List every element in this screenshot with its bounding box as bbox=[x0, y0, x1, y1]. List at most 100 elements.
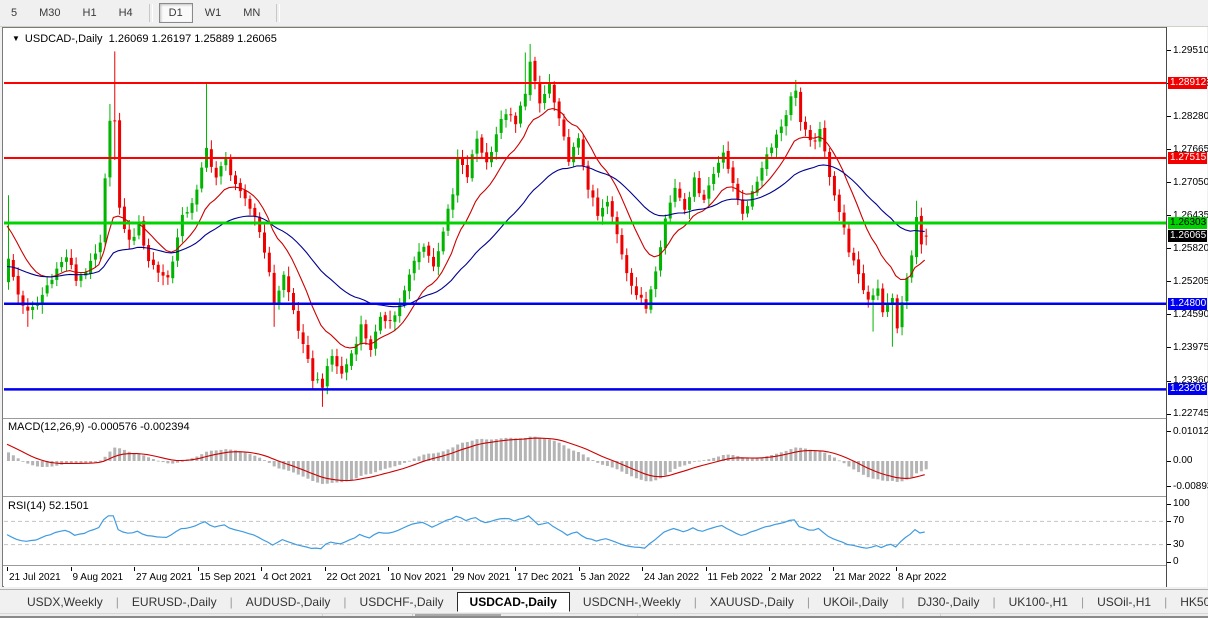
chart-title-ohlc: 1.26069 1.26197 1.25889 1.26065 bbox=[108, 33, 277, 45]
price-axis-tick bbox=[1167, 314, 1171, 316]
rsi-axis-tick bbox=[1167, 520, 1171, 522]
timeframe-toolbar: 5 M30 H1 H4 D1 W1 MN bbox=[0, 0, 1208, 27]
date-label: 27 Aug 2021 bbox=[136, 572, 193, 583]
rsi-axis-label: 100 bbox=[1173, 498, 1190, 509]
time-axis[interactable]: 21 Jul 2021 9 Aug 2021 27 Aug 2021 15 Sep 2… bbox=[4, 567, 1166, 587]
symbol-tab-usdx[interactable]: USDX,Weekly bbox=[14, 593, 116, 611]
symbol-dropdown-icon[interactable]: ▼ bbox=[12, 34, 20, 43]
macd-axis-label: 0.00 bbox=[1173, 455, 1193, 466]
price-axis-label: 1.25820 bbox=[1173, 242, 1208, 254]
trading-terminal-window: 5 M30 H1 H4 D1 W1 MN ▼ USDCAD-,Daily 1.26069 1.… bbox=[0, 0, 1208, 618]
rsi-axis-label: 30 bbox=[1173, 538, 1185, 550]
price-axis-label: 1.27050 bbox=[1173, 176, 1208, 188]
symbol-tab-dj30[interactable]: DJ30-,Daily bbox=[904, 593, 992, 611]
price-axis-tick bbox=[1167, 380, 1171, 382]
rsi-label: RSI(14) 52.1501 bbox=[8, 500, 89, 512]
timeframe-button-5[interactable]: 5 bbox=[1, 3, 27, 23]
date-label: 22 Oct 2021 bbox=[326, 572, 381, 583]
date-label: 2 Mar 2022 bbox=[771, 572, 822, 583]
date-tick bbox=[70, 567, 72, 571]
price-axis-tick bbox=[1167, 116, 1171, 118]
toolbar-separator bbox=[148, 4, 153, 22]
date-tick bbox=[515, 567, 516, 571]
date-tick bbox=[642, 567, 643, 571]
price-level-badge: 1.24800 bbox=[1168, 297, 1207, 310]
toolbar-separator bbox=[276, 4, 281, 22]
date-tick bbox=[832, 567, 834, 571]
rsi-axis-label: 0 bbox=[1173, 556, 1179, 567]
price-axis-tick bbox=[1167, 413, 1171, 415]
date-label: 21 Jul 2021 bbox=[9, 572, 61, 583]
panel-divider[interactable] bbox=[3, 496, 1205, 499]
timeframe-button-w1[interactable]: W1 bbox=[195, 3, 232, 23]
price-axis-tick bbox=[1167, 182, 1171, 184]
symbol-tab-hk50[interactable]: HK50-,H1 bbox=[1167, 593, 1208, 611]
macd-axis-label: -0.00893 bbox=[1173, 480, 1208, 492]
price-level-badge: 1.23203 bbox=[1168, 383, 1207, 396]
symbol-tab-ukoil[interactable]: UKOil-,Daily bbox=[810, 593, 901, 611]
macd-label: MACD(12,26,9) -0.000576 -0.002394 bbox=[8, 421, 190, 433]
date-tick bbox=[451, 567, 453, 571]
price-axis-label: 1.24590 bbox=[1173, 308, 1208, 320]
date-label: 21 Mar 2022 bbox=[834, 572, 891, 583]
symbol-tab-audusd[interactable]: AUDUSD-,Daily bbox=[233, 593, 344, 611]
price-axis-tick bbox=[1167, 149, 1171, 151]
macd-axis-tick bbox=[1167, 486, 1171, 488]
price-level-badge: 1.27515 bbox=[1168, 151, 1207, 164]
price-level-badge: 1.26303 bbox=[1168, 217, 1207, 230]
symbol-tab-usdchf[interactable]: USDCHF-,Daily bbox=[347, 593, 457, 611]
price-axis-label: 1.23975 bbox=[1173, 341, 1208, 353]
date-tick bbox=[134, 567, 135, 571]
date-label: 17 Dec 2021 bbox=[517, 572, 574, 583]
date-tick bbox=[769, 567, 770, 571]
rsi-axis-tick bbox=[1167, 561, 1171, 563]
macd-axis-tick bbox=[1167, 431, 1171, 433]
symbol-tab-usoil[interactable]: USOil-,H1 bbox=[1084, 593, 1164, 611]
rsi-axis-tick bbox=[1167, 503, 1171, 505]
symbol-tab-eurusd[interactable]: EURUSD-,Daily bbox=[119, 593, 230, 611]
symbol-tab-usdcad[interactable]: USDCAD-,Daily bbox=[456, 591, 570, 612]
date-tick bbox=[324, 567, 326, 571]
date-tick bbox=[7, 567, 8, 571]
date-label: 8 Apr 2022 bbox=[898, 572, 947, 583]
date-label: 9 Aug 2021 bbox=[72, 572, 124, 583]
price-axis[interactable]: 1.295101.288951.282801.276651.270501.264… bbox=[1167, 27, 1208, 587]
chart-title-symbol: USDCAD-,Daily bbox=[24, 33, 103, 45]
date-tick bbox=[896, 567, 897, 571]
price-axis-label: 1.29510 bbox=[1173, 44, 1208, 56]
date-label: 10 Nov 2021 bbox=[390, 572, 447, 583]
rsi-panel-chart[interactable] bbox=[4, 499, 1166, 565]
timeframe-button-d1[interactable]: D1 bbox=[158, 3, 193, 23]
price-axis-label: 1.28280 bbox=[1173, 110, 1208, 122]
rsi-axis-tick bbox=[1167, 544, 1171, 546]
macd-axis-tick bbox=[1167, 460, 1171, 462]
timeframe-button-h4[interactable]: H4 bbox=[109, 3, 143, 23]
price-level-badge: 1.26065 bbox=[1168, 229, 1207, 242]
timeframe-button-m30[interactable]: M30 bbox=[29, 3, 70, 23]
date-tick bbox=[578, 567, 580, 571]
date-label: 11 Feb 2022 bbox=[707, 572, 763, 583]
rsi-axis-label: 70 bbox=[1173, 515, 1185, 527]
symbol-tab-xauusd[interactable]: XAUUSD-,Daily bbox=[697, 593, 807, 611]
price-axis-label: 1.25205 bbox=[1173, 275, 1208, 287]
timeframe-button-mn[interactable]: MN bbox=[233, 3, 270, 23]
price-axis-tick bbox=[1167, 281, 1171, 283]
price-axis-label: 1.22745 bbox=[1173, 408, 1208, 420]
price-level-badge: 1.28912 bbox=[1168, 76, 1207, 89]
symbol-tab-bar: USDX,Weekly | EURUSD-,Daily | AUDUSD-,Daily |… bbox=[0, 589, 1208, 613]
symbol-tab-uk100[interactable]: UK100-,H1 bbox=[996, 593, 1081, 611]
price-chart[interactable] bbox=[4, 29, 1166, 419]
chart-title: ▼ USDCAD-,Daily 1.26069 1.26197 1.25889 1… bbox=[12, 33, 277, 45]
timeframe-button-h1[interactable]: H1 bbox=[73, 3, 107, 23]
price-axis-tick bbox=[1167, 248, 1171, 250]
price-axis-tick bbox=[1167, 50, 1171, 52]
date-label: 5 Jan 2022 bbox=[580, 572, 631, 583]
date-label: 24 Jan 2022 bbox=[644, 572, 700, 583]
date-tick bbox=[197, 567, 199, 571]
symbol-tab-usdcnh[interactable]: USDCNH-,Weekly bbox=[570, 593, 694, 611]
macd-axis-label: 0.010127 bbox=[1173, 425, 1208, 437]
date-label: 29 Nov 2021 bbox=[453, 572, 511, 583]
date-tick bbox=[261, 567, 262, 571]
date-label: 15 Sep 2021 bbox=[199, 572, 257, 583]
price-axis-tick bbox=[1167, 347, 1171, 349]
